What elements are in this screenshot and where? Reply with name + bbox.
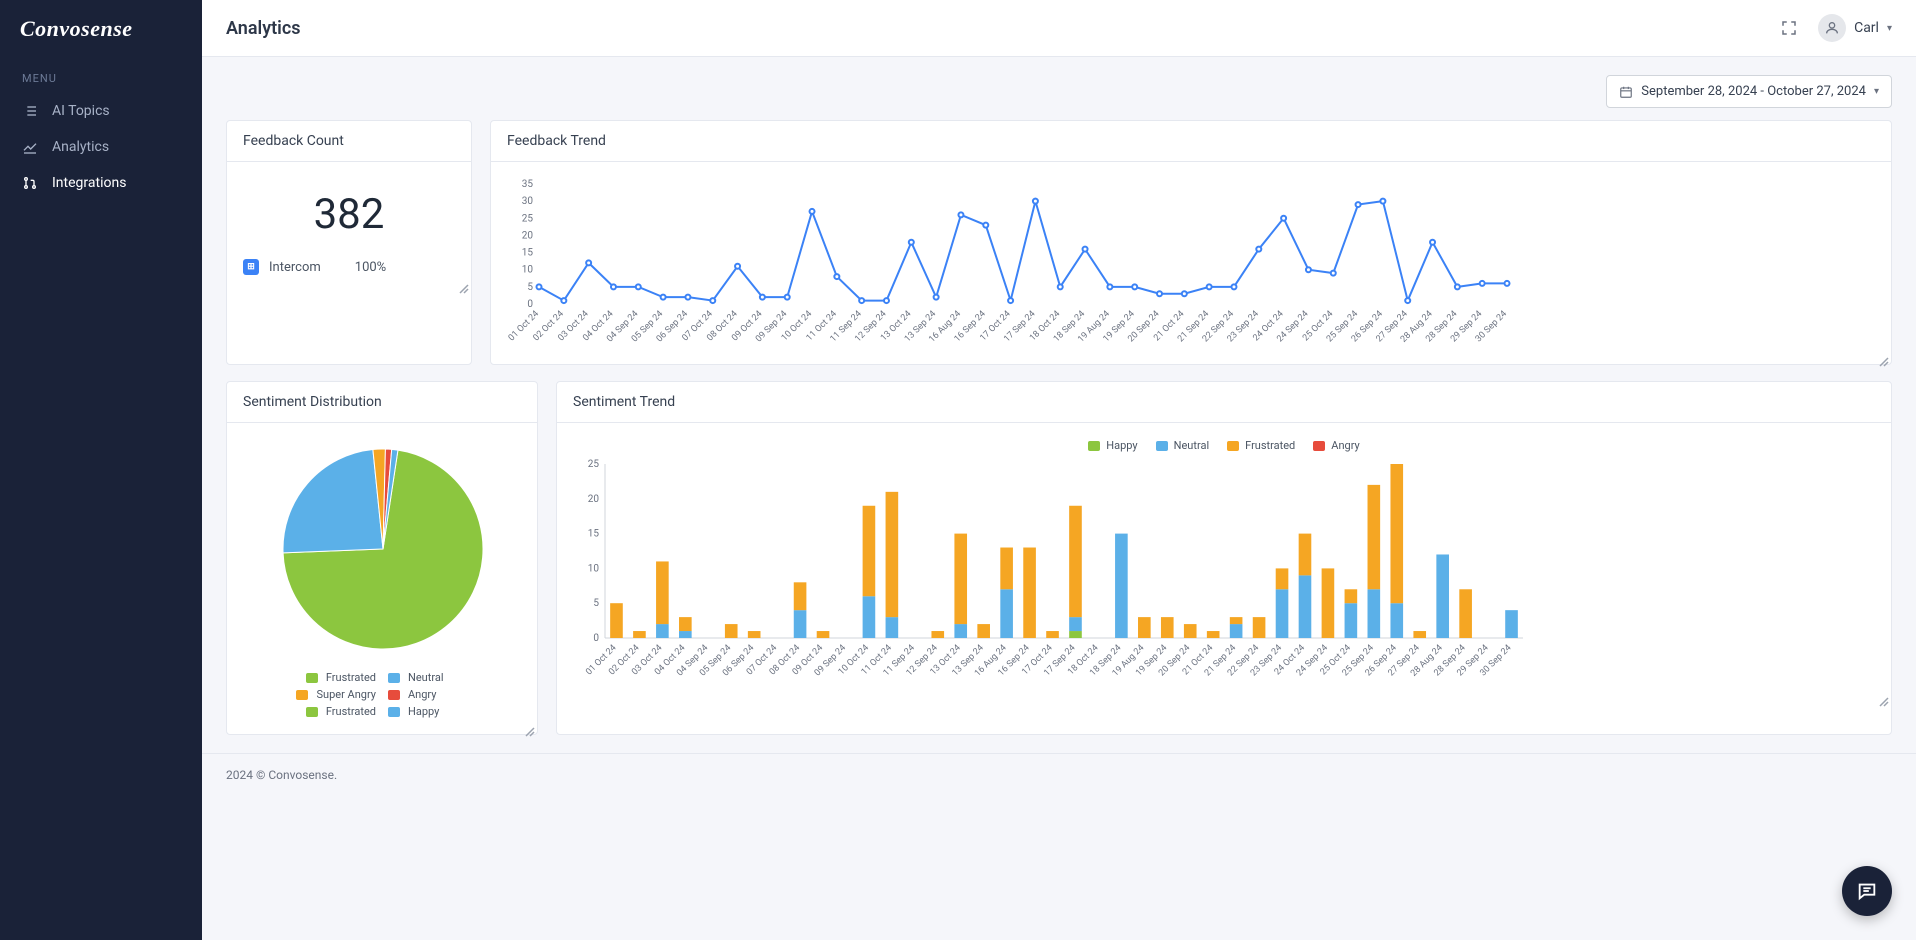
svg-text:20: 20	[522, 230, 534, 241]
svg-text:10: 10	[588, 563, 600, 574]
date-range-label: September 28, 2024 - October 27, 2024	[1641, 84, 1866, 99]
legend-item[interactable]: Happy	[1088, 439, 1137, 452]
svg-text:10: 10	[522, 265, 534, 276]
topbar: Analytics Carl ▾	[202, 0, 1916, 57]
calendar-icon	[1619, 85, 1633, 99]
user-name: Carl	[1854, 20, 1879, 36]
sentiment-distribution-card: Sentiment Distribution Frustrated Neutral…	[226, 381, 538, 735]
svg-text:5: 5	[593, 598, 599, 609]
legend-label: Happy	[1106, 439, 1137, 452]
card-title: Feedback Count	[227, 121, 471, 162]
legend-item[interactable]: Happy	[388, 705, 521, 718]
sentiment-trend-card: Sentiment Trend Happy Neutral Frustrated An…	[556, 381, 1892, 735]
legend-swatch	[388, 690, 400, 700]
git-pull-request-icon	[22, 175, 38, 191]
legend-swatch	[306, 707, 318, 717]
card-title: Feedback Trend	[491, 121, 1891, 162]
footer: 2024 © Convosense.	[202, 753, 1916, 796]
svg-text:0: 0	[593, 633, 599, 644]
nav-label: Integrations	[52, 175, 126, 191]
legend-swatch	[1156, 441, 1168, 451]
feedback-count-card: Feedback Count 382 ⊞ Intercom 100%	[226, 120, 472, 365]
legend-item[interactable]: Neutral	[1156, 439, 1210, 452]
legend-label: Angry	[1331, 439, 1359, 452]
avatar	[1818, 14, 1846, 42]
chevron-down-icon: ▾	[1887, 23, 1892, 34]
svg-text:25: 25	[522, 213, 534, 224]
legend-label: Neutral	[1174, 439, 1210, 452]
brand-logo: Convosense	[0, 0, 202, 58]
intercom-icon: ⊞	[243, 259, 259, 275]
legend-label: Frustrated	[1245, 439, 1295, 452]
chart-line-icon	[22, 139, 38, 155]
svg-text:35: 35	[522, 179, 534, 190]
resize-handle-icon[interactable]	[1879, 692, 1889, 702]
page-title: Analytics	[226, 18, 301, 39]
svg-text:15: 15	[522, 248, 534, 259]
legend-label: Frustrated	[326, 671, 376, 684]
fullscreen-icon[interactable]	[1780, 19, 1798, 37]
sidebar-item-integrations[interactable]: Integrations	[0, 165, 202, 201]
sentiment-pie-chart	[243, 439, 523, 659]
nav-label: Analytics	[52, 139, 109, 155]
legend-swatch	[388, 673, 400, 683]
legend-swatch	[1227, 441, 1239, 451]
source-percent: 100%	[355, 260, 386, 275]
feedback-trend-card: Feedback Trend 0510152025303501 Oct 2402…	[490, 120, 1892, 365]
legend-label: Super Angry	[316, 688, 376, 701]
svg-text:0: 0	[527, 299, 533, 310]
legend-label: Neutral	[408, 671, 444, 684]
legend-label: Angry	[408, 688, 436, 701]
source-name: Intercom	[269, 260, 321, 275]
legend-item[interactable]: Angry	[388, 688, 521, 701]
legend-swatch	[1313, 441, 1325, 451]
feedback-trend-chart: 0510152025303501 Oct 2402 Oct 2403 Oct 2…	[507, 178, 1517, 348]
pie-legend: Frustrated Neutral Super Angry Angry Frustra…	[243, 671, 521, 718]
legend-item[interactable]: Neutral	[388, 671, 521, 684]
svg-text:5: 5	[527, 282, 533, 293]
user-menu[interactable]: Carl ▾	[1818, 14, 1892, 42]
chat-icon	[1856, 880, 1878, 902]
bar-legend: Happy Neutral Frustrated Angry	[573, 439, 1875, 452]
legend-item[interactable]: Frustrated	[243, 705, 376, 718]
legend-label: Frustrated	[326, 705, 376, 718]
resize-handle-icon[interactable]	[525, 722, 535, 732]
list-icon	[22, 103, 38, 119]
legend-swatch	[1088, 441, 1100, 451]
svg-text:20: 20	[588, 494, 600, 505]
date-range-picker[interactable]: September 28, 2024 - October 27, 2024 ▾	[1606, 75, 1892, 108]
resize-handle-icon[interactable]	[1879, 352, 1889, 362]
legend-swatch	[296, 690, 308, 700]
svg-text:30: 30	[522, 196, 534, 207]
chat-fab[interactable]	[1842, 866, 1892, 916]
legend-item[interactable]: Frustrated	[243, 671, 376, 684]
menu-section-label: MENU	[0, 58, 202, 93]
legend-swatch	[306, 673, 318, 683]
chevron-down-icon: ▾	[1874, 86, 1879, 97]
legend-item[interactable]: Super Angry	[243, 688, 376, 701]
legend-item[interactable]: Angry	[1313, 439, 1359, 452]
svg-text:15: 15	[588, 529, 600, 540]
feedback-count-value: 382	[243, 178, 455, 259]
card-title: Sentiment Trend	[557, 382, 1891, 423]
sidebar: Convosense MENU AI Topics Analytics Inte…	[0, 0, 202, 940]
legend-swatch	[388, 707, 400, 717]
legend-item[interactable]: Frustrated	[1227, 439, 1295, 452]
card-title: Sentiment Distribution	[227, 382, 537, 423]
resize-handle-icon[interactable]	[459, 279, 469, 289]
legend-label: Happy	[408, 705, 439, 718]
sidebar-item-ai-topics[interactable]: AI Topics	[0, 93, 202, 129]
nav-label: AI Topics	[52, 103, 110, 119]
sidebar-item-analytics[interactable]: Analytics	[0, 129, 202, 165]
sentiment-trend-chart: 051015202501 Oct 2402 Oct 2403 Oct 2404 …	[573, 458, 1533, 688]
svg-text:25: 25	[588, 459, 600, 470]
